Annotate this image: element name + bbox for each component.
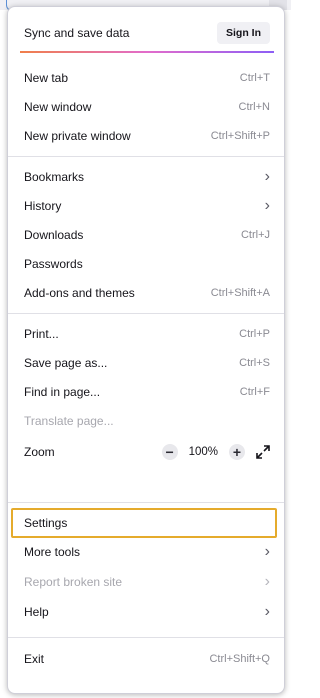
- menu-item-more-tools[interactable]: More tools ›: [8, 537, 284, 567]
- account-accent-line: [20, 51, 274, 53]
- shortcut-text: Ctrl+Shift+Q: [209, 653, 270, 665]
- settings-highlight-box: [11, 508, 277, 538]
- zoom-reset-button[interactable]: 100%: [189, 446, 218, 458]
- shortcut-text: Ctrl+T: [239, 72, 270, 84]
- menu-item-label: History: [24, 199, 62, 213]
- zoom-in-button[interactable]: +: [229, 444, 245, 460]
- shortcut-text: Ctrl+P: [239, 328, 270, 340]
- menu-item-label: Zoom: [24, 445, 55, 459]
- menu-separator: [8, 637, 284, 638]
- chevron-right-icon: ›: [264, 197, 270, 214]
- shortcut-text: Ctrl+Shift+A: [210, 287, 270, 299]
- menu-item-label: New private window: [24, 129, 131, 143]
- chevron-right-icon: ›: [264, 168, 270, 185]
- menu-item-label: Report broken site: [24, 575, 123, 589]
- menu-separator: [8, 313, 284, 314]
- menu-item-translate-page: Translate page...: [8, 406, 284, 436]
- menu-item-exit[interactable]: Exit Ctrl+Shift+Q: [8, 644, 284, 674]
- menu-item-print[interactable]: Print... Ctrl+P: [8, 319, 284, 349]
- shortcut-text: Ctrl+N: [238, 101, 270, 113]
- expand-icon[interactable]: [256, 445, 270, 459]
- menu-item-new-window[interactable]: New window Ctrl+N: [8, 92, 284, 122]
- menu-item-label: Translate page...: [24, 414, 114, 428]
- menu-item-passwords[interactable]: Passwords: [8, 249, 284, 279]
- sync-label: Sync and save data: [24, 26, 130, 40]
- sync-header: Sync and save data Sign In: [8, 18, 284, 48]
- menu-item-downloads[interactable]: Downloads Ctrl+J: [8, 220, 284, 250]
- menu-item-help[interactable]: Help ›: [8, 597, 284, 627]
- menu-item-label: Add-ons and themes: [24, 286, 135, 300]
- menu-item-label: Downloads: [24, 228, 84, 242]
- menu-item-label: Bookmarks: [24, 170, 85, 184]
- chevron-right-icon: ›: [264, 603, 270, 620]
- menu-item-new-private-window[interactable]: New private window Ctrl+Shift+P: [8, 121, 284, 151]
- menu-item-label: Find in page...: [24, 385, 101, 399]
- sign-in-button[interactable]: Sign In: [217, 22, 270, 44]
- menu-item-report-broken-site: Report broken site ›: [8, 567, 284, 597]
- zoom-controls: − 100% +: [161, 444, 270, 460]
- menu-item-new-tab[interactable]: New tab Ctrl+T: [8, 63, 284, 93]
- shortcut-text: Ctrl+J: [240, 229, 270, 241]
- menu-item-save-page-as[interactable]: Save page as... Ctrl+S: [8, 348, 284, 378]
- menu-item-label: New tab: [24, 71, 69, 85]
- menu-item-zoom: Zoom − 100% +: [8, 437, 284, 467]
- chevron-right-icon: ›: [264, 573, 270, 590]
- menu-item-history[interactable]: History ›: [8, 191, 284, 221]
- menu-item-label: More tools: [24, 545, 81, 559]
- zoom-out-button[interactable]: −: [161, 444, 178, 460]
- shortcut-text: Ctrl+F: [239, 386, 270, 398]
- menu-item-label: Exit: [24, 652, 45, 666]
- shortcut-text: Ctrl+S: [239, 357, 270, 369]
- menu-item-label: Print...: [24, 327, 59, 341]
- menu-item-addons-themes[interactable]: Add-ons and themes Ctrl+Shift+A: [8, 278, 284, 308]
- menu-item-label: Help: [24, 605, 49, 619]
- app-menu-panel: Sync and save data Sign In New tab Ctrl+…: [7, 6, 285, 694]
- menu-item-label: New window: [24, 100, 92, 114]
- menu-item-find-in-page[interactable]: Find in page... Ctrl+F: [8, 377, 284, 407]
- menu-separator: [8, 502, 284, 503]
- menu-item-label: Passwords: [24, 257, 83, 271]
- shortcut-text: Ctrl+Shift+P: [210, 130, 270, 142]
- menu-item-bookmarks[interactable]: Bookmarks ›: [8, 162, 284, 192]
- menu-separator: [8, 156, 284, 157]
- menu-item-label: Save page as...: [24, 356, 108, 370]
- chevron-right-icon: ›: [264, 543, 270, 560]
